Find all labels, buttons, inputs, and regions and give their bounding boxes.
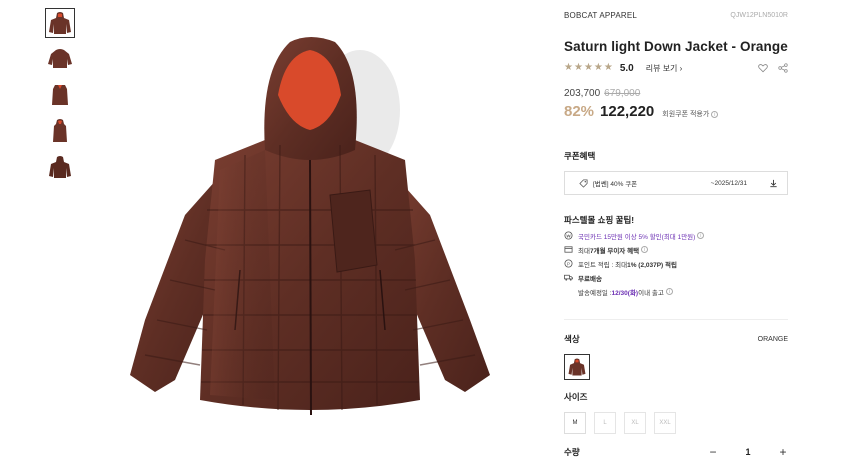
star-icon: ★ [593,62,603,73]
svg-text:₩: ₩ [566,233,571,238]
tag-icon [579,178,588,188]
sale-price: 203,700 [564,88,601,99]
quantity-value[interactable]: 1 [738,447,758,457]
star-icon: ★ [603,62,613,73]
final-price: 122,220 [600,103,655,120]
quantity-title: 수량 [564,447,580,457]
size-option-l[interactable]: L [594,412,616,434]
discount-rate: 82% [564,103,595,120]
thumbnail-1[interactable] [45,8,75,38]
coupon-price-note: 회원쿠폰 적용가 i [662,109,719,119]
quantity-section: 수량 − 1 + [564,445,788,459]
coupon-price-label: 회원쿠폰 적용가 [662,111,710,118]
size-option-xl[interactable]: XL [624,412,646,434]
action-icons [758,63,788,73]
color-section: 색상 ORANGE [564,333,788,380]
coupon-download-button[interactable]: [법쎈] 40% 쿠폰 ~2025/12/31 [564,171,788,195]
points-tip: P 포인트 적립 : 최대 1% (2,037P) 적립 [564,259,788,269]
download-icon [770,179,777,187]
jacket-thumbnail-image [49,12,71,34]
size-option-m[interactable]: M [564,412,586,434]
heart-icon[interactable] [758,63,768,73]
installment-tip: 최대 7개월 무이자 혜택 i [564,245,788,255]
coupon-expiry: ~2025/12/31 [710,179,747,187]
info-icon[interactable]: i [711,110,719,118]
size-section: 사이즈 M L XL XXL [564,391,788,434]
product-code: QJW12PLN5010R [730,11,788,19]
color-header: 색상 ORANGE [564,333,788,345]
price-row: 203,700 679,000 [564,88,788,99]
jacket-side-thumbnail-image [49,156,71,178]
product-title: Saturn light Down Jacket - Orange [564,39,788,54]
size-option-xxl[interactable]: XXL [654,412,676,434]
final-price-row: 82% 122,220 회원쿠폰 적용가 i [564,103,788,120]
info-icon[interactable]: i [665,288,673,295]
rating-value: 5.0 [619,62,634,74]
installment-prefix: 최대 [578,247,590,255]
color-swatch-orange[interactable] [564,354,590,380]
info-icon[interactable]: i [641,246,649,253]
jacket-back-thumbnail-image [48,49,72,68]
coupon-name: [법쎈] 40% 쿠폰 [593,181,638,188]
star-icon: ★ [564,62,573,73]
thumbnail-list [45,8,77,188]
thumbnail-3[interactable] [45,80,75,110]
quantity-decrease-button[interactable]: − [708,445,718,459]
points-prefix: 포인트 적립 : 최대 [578,261,628,269]
tips-title: 파스텔몰 쇼핑 꿀팁! [564,215,635,225]
points-icon: P [564,259,573,268]
svg-text:P: P [567,261,570,266]
quantity-stepper: − 1 + [708,445,788,459]
original-price: 679,000 [604,88,641,99]
brand-row: BOBCAT APPAREL QJW12PLN5010R [564,0,788,28]
coin-icon: ₩ [564,231,573,240]
thumbnail-5[interactable] [45,152,75,182]
size-options: M L XL XXL [564,412,788,434]
card-discount-tip: ₩ 국민카드 15만원 이상 5% 할인(최대 1만원) i [564,231,788,241]
thumbnail-2[interactable] [45,44,75,74]
ship-date-tip: 발송예정일 : 12/30(화) 이내 출고 i [564,287,788,297]
review-link[interactable]: 리뷰 보기 › [646,63,683,74]
jacket-swatch-image [568,358,586,376]
selected-color: ORANGE [757,335,788,343]
divider [564,319,788,320]
truck-icon [564,274,573,281]
quantity-increase-button[interactable]: + [778,445,788,459]
star-icon: ★ [583,62,593,73]
share-icon[interactable] [778,63,788,73]
thumbnail-4[interactable] [45,116,75,146]
info-icon[interactable]: i [697,232,705,239]
rating-row: ★ ★ ★ ★ ★ 5.0 리뷰 보기 › [564,61,788,75]
ship-date-prefix: 발송예정일 : [578,289,612,297]
size-title: 사이즈 [564,392,588,402]
main-product-image [115,20,525,445]
vest-hood-thumbnail-image [53,119,67,142]
ship-date: 12/30(화) [611,289,639,297]
card-discount-text: 국민카드 15만원 이상 5% 할인(최대 1만원) [578,233,696,241]
brand-name[interactable]: BOBCAT APPAREL [564,11,637,20]
shipping-tip: 무료배송 [564,273,788,283]
shipping-text: 무료배송 [578,275,602,283]
coupon-section-title: 쿠폰혜택 [564,151,596,161]
star-rating: ★ ★ ★ ★ ★ [564,63,613,73]
vest-thumbnail-image [52,85,68,105]
coupon-section: 쿠폰혜택 [법쎈] 40% 쿠폰 ~2025/12/31 [564,150,788,195]
shopping-tips-section: 파스텔몰 쇼핑 꿀팁! ₩ 국민카드 15만원 이상 5% 할인(최대 1만원)… [564,214,788,297]
ship-date-suffix: 이내 출고 [638,289,664,297]
color-title: 색상 [564,334,580,344]
installment-text: 7개월 무이자 혜택 [589,247,640,255]
points-text: 1% (2,037P) 적립 [627,261,677,269]
product-info-panel: BOBCAT APPAREL QJW12PLN5010R Saturn ligh… [564,0,788,459]
star-icon: ★ [573,62,583,73]
card-icon [564,246,573,253]
